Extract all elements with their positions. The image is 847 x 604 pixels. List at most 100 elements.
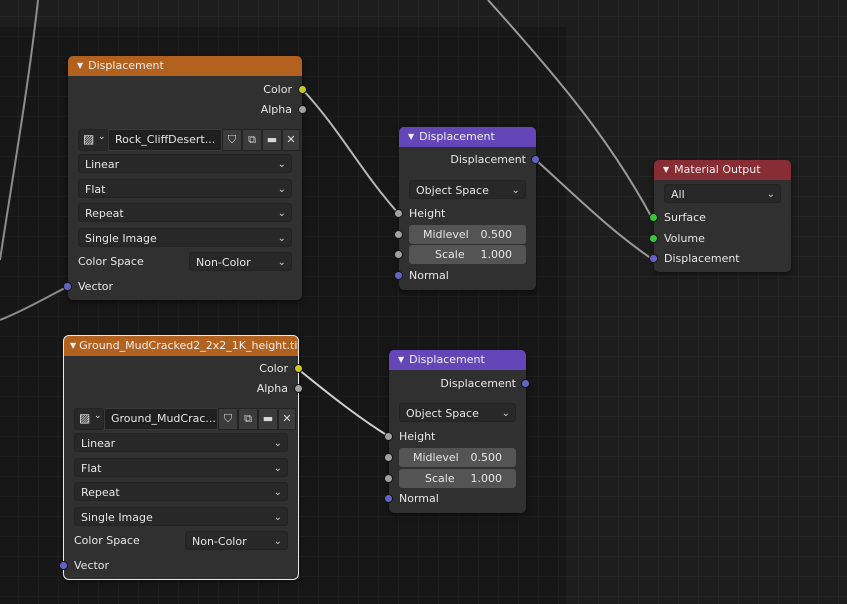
chevron-down-icon: ⌄ [273, 512, 282, 523]
source-dropdown[interactable]: Single Image ⌄ [74, 507, 288, 526]
input-midlevel-socket[interactable] [384, 453, 393, 462]
node-header[interactable]: ▼ Displacement [399, 127, 536, 147]
input-height-socket[interactable] [384, 432, 393, 441]
input-vector-socket[interactable] [63, 282, 72, 291]
midlevel-label: Midlevel [413, 451, 459, 464]
input-height-label: Height [399, 430, 436, 443]
output-alpha-socket[interactable] [298, 105, 307, 114]
input-scale-socket[interactable] [394, 250, 403, 259]
chevron-down-icon: ⌄ [766, 189, 775, 200]
collapse-arrow-icon[interactable]: ▼ [70, 341, 76, 350]
color-space-dropdown[interactable]: Non-Color ⌄ [189, 252, 292, 271]
node-header[interactable]: ▼ Displacement [68, 56, 302, 76]
scale-field[interactable]: Scale 1.000 [409, 245, 526, 264]
space-dropdown[interactable]: Object Space ⌄ [399, 403, 516, 422]
output-color-socket[interactable] [298, 85, 307, 94]
unlink-close-icon[interactable]: ✕ [278, 408, 296, 430]
midlevel-field[interactable]: Midlevel 0.500 [409, 225, 526, 244]
image-selector[interactable]: ▨ ⌄ Rock_CliffDesert... ⛉ ⧉ ▬ ✕ [78, 129, 300, 151]
input-height-label: Height [409, 207, 446, 220]
input-displacement-socket[interactable] [649, 254, 658, 263]
projection-value: Flat [85, 183, 106, 196]
midlevel-value: 0.500 [470, 451, 503, 464]
space-dropdown[interactable]: Object Space ⌄ [409, 180, 526, 199]
material-output-node[interactable]: ▼ Material Output All ⌄ Surface Volume Dis… [649, 160, 791, 272]
link-incoming-top-left [0, 0, 39, 261]
chevron-down-icon: ⌄ [273, 536, 282, 547]
output-color-label: Color [259, 362, 288, 375]
scale-field[interactable]: Scale 1.000 [399, 469, 516, 488]
open-image-folder-icon[interactable]: ▬ [262, 129, 282, 151]
input-normal-socket[interactable] [384, 494, 393, 503]
extension-value: Repeat [85, 207, 124, 220]
input-normal-socket[interactable] [394, 271, 403, 280]
duplicate-image-icon[interactable]: ⧉ [242, 129, 262, 151]
input-displacement-label: Displacement [664, 252, 740, 265]
input-midlevel-socket[interactable] [394, 230, 403, 239]
node-header[interactable]: ▼ Ground_MudCracked2_2x2_1K_height.tif [64, 336, 298, 356]
color-space-value: Non-Color [196, 256, 251, 269]
collapse-arrow-icon[interactable]: ▼ [663, 165, 669, 174]
extension-value: Repeat [81, 486, 120, 499]
input-volume-socket[interactable] [649, 234, 658, 243]
image-name-field[interactable]: Rock_CliffDesert... [108, 129, 222, 151]
source-dropdown[interactable]: Single Image ⌄ [78, 228, 292, 247]
image-selector[interactable]: ▨ ⌄ Ground_MudCrac... ⛉ ⧉ ▬ ✕ [74, 408, 296, 430]
source-value: Single Image [85, 232, 157, 245]
link-color2-height2 [297, 368, 389, 437]
scale-value: 1.000 [470, 472, 503, 485]
image-browse-button[interactable]: ▨ ⌄ [78, 129, 108, 151]
input-scale-socket[interactable] [384, 474, 393, 483]
projection-dropdown[interactable]: Flat ⌄ [78, 179, 292, 198]
collapse-arrow-icon[interactable]: ▼ [408, 132, 414, 141]
image-texture-node-2[interactable]: ▼ Ground_MudCracked2_2x2_1K_height.tif Co… [59, 335, 303, 580]
input-surface-socket[interactable] [649, 213, 658, 222]
node-header[interactable]: ▼ Material Output [654, 160, 791, 180]
duplicate-image-icon[interactable]: ⧉ [238, 408, 258, 430]
chevron-down-icon: ⌄ [273, 463, 282, 474]
node-title: Ground_MudCracked2_2x2_1K_height.tif [79, 339, 298, 352]
image-name-field[interactable]: Ground_MudCrac... [104, 408, 218, 430]
scale-value: 1.000 [480, 248, 513, 261]
output-alpha-socket[interactable] [294, 384, 303, 393]
link-incoming-vector-1 [0, 286, 68, 321]
input-normal-label: Normal [409, 269, 449, 282]
chevron-down-icon: ⌄ [277, 233, 286, 244]
open-image-folder-icon[interactable]: ▬ [258, 408, 278, 430]
collapse-arrow-icon[interactable]: ▼ [398, 355, 404, 364]
extension-dropdown[interactable]: Repeat ⌄ [78, 203, 292, 222]
midlevel-field[interactable]: Midlevel 0.500 [399, 448, 516, 467]
fake-user-shield-icon[interactable]: ⛉ [222, 129, 242, 151]
scale-label: Scale [435, 248, 465, 261]
chevron-down-icon: ⌄ [511, 185, 520, 196]
collapse-arrow-icon[interactable]: ▼ [77, 61, 83, 70]
color-space-dropdown[interactable]: Non-Color ⌄ [185, 531, 288, 550]
chevron-down-icon: ⌄ [94, 411, 102, 421]
displacement-node-2[interactable]: ▼ Displacement Displacement Object Space ⌄… [384, 350, 530, 513]
output-displacement-socket[interactable] [521, 379, 530, 388]
interpolation-dropdown[interactable]: Linear ⌄ [78, 154, 292, 173]
node-title: Displacement [419, 130, 495, 143]
output-displacement-socket[interactable] [531, 155, 540, 164]
target-dropdown[interactable]: All ⌄ [664, 184, 781, 203]
image-texture-node-1[interactable]: ▼ Displacement Color Alpha ▨ ⌄ Rock_Cliff… [63, 56, 307, 300]
midlevel-value: 0.500 [480, 228, 513, 241]
chevron-down-icon: ⌄ [98, 132, 106, 142]
displacement-node-1[interactable]: ▼ Displacement Displacement Object Space ⌄… [394, 127, 540, 290]
unlink-close-icon[interactable]: ✕ [282, 129, 300, 151]
input-vector-socket[interactable] [59, 561, 68, 570]
image-icon: ▨ [83, 132, 95, 146]
input-height-socket[interactable] [394, 209, 403, 218]
image-browse-button[interactable]: ▨ ⌄ [74, 408, 104, 430]
node-header[interactable]: ▼ Displacement [389, 350, 526, 370]
chevron-down-icon: ⌄ [277, 257, 286, 268]
chevron-down-icon: ⌄ [273, 487, 282, 498]
extension-dropdown[interactable]: Repeat ⌄ [74, 482, 288, 501]
fake-user-shield-icon[interactable]: ⛉ [218, 408, 238, 430]
projection-dropdown[interactable]: Flat ⌄ [74, 458, 288, 477]
space-value: Object Space [406, 407, 479, 420]
interpolation-dropdown[interactable]: Linear ⌄ [74, 433, 288, 452]
output-color-socket[interactable] [294, 364, 303, 373]
chevron-down-icon: ⌄ [273, 438, 282, 449]
color-space-label: Color Space [74, 534, 140, 547]
